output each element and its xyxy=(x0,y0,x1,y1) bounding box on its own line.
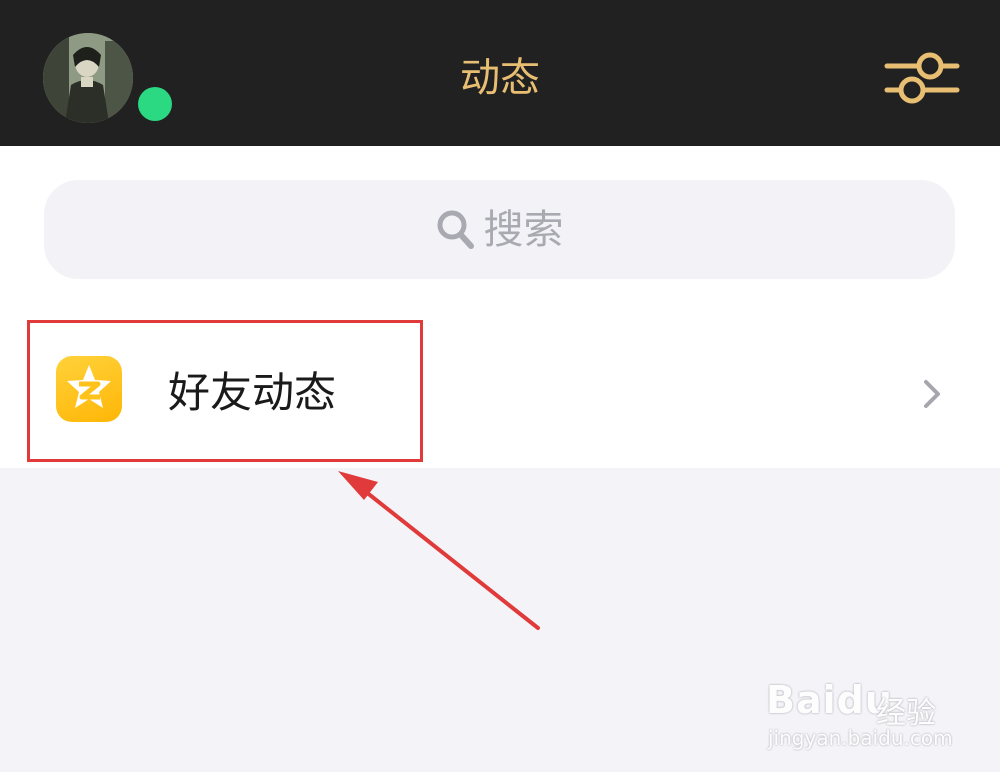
highlight-annotation-box xyxy=(27,320,423,462)
search-icon xyxy=(437,210,474,249)
watermark-url: jingyan.baidu.com xyxy=(768,726,953,750)
top-bar: 动态 xyxy=(0,0,1000,146)
search-input[interactable]: 搜索 xyxy=(44,180,955,279)
chevron-right-icon xyxy=(924,380,940,408)
watermark: Baidu 经验 jingyan.baidu.com xyxy=(766,660,966,760)
search-placeholder: 搜索 xyxy=(483,206,564,253)
sliders-icon[interactable] xyxy=(884,48,960,108)
page-title: 动态 xyxy=(460,55,540,101)
watermark-brand: Baidu xyxy=(766,678,893,722)
